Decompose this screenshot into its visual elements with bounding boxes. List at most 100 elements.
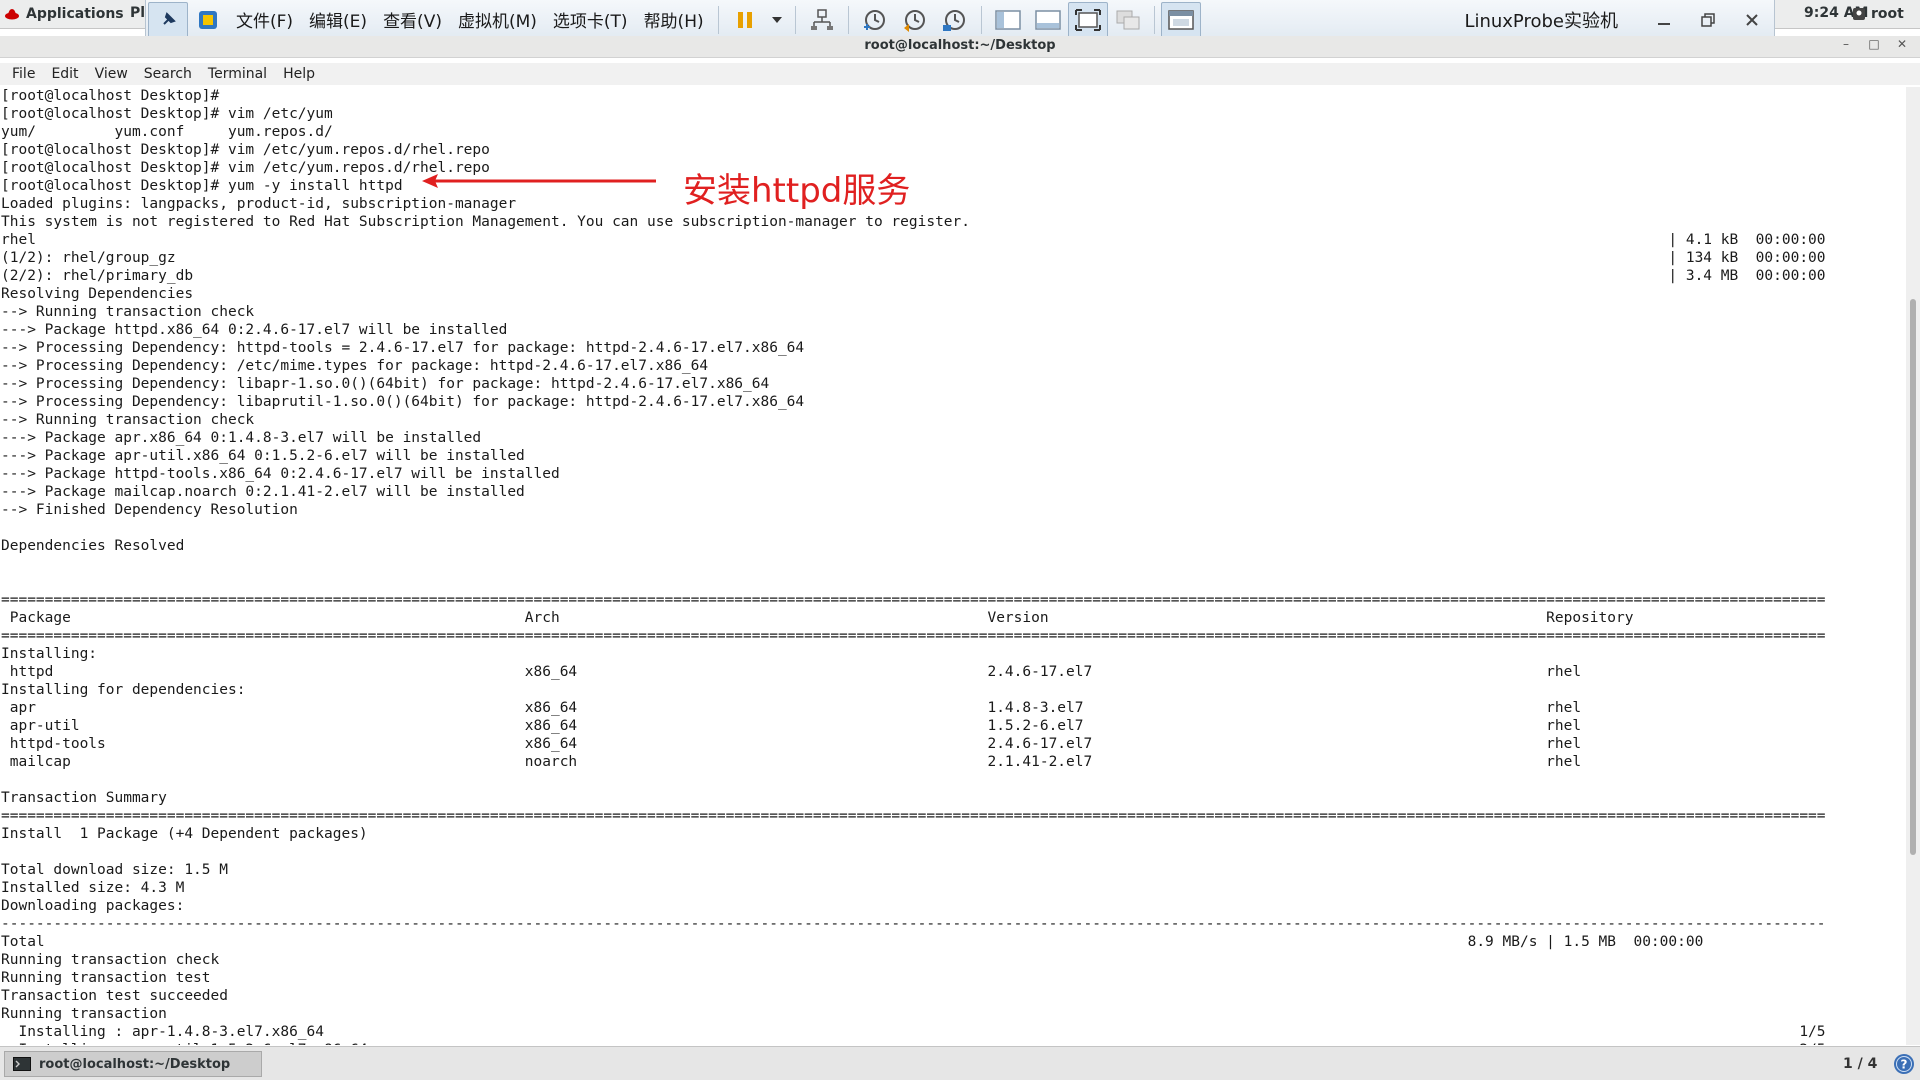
vm-app-button[interactable] [188, 2, 228, 38]
terminal-titlebar[interactable]: root@localhost:~/Desktop [0, 36, 1920, 58]
vm-title: LinuxProbe实验机 [1464, 10, 1618, 32]
menu-help[interactable]: Help [275, 66, 323, 82]
terminal-minimize-button[interactable]: – [1832, 34, 1860, 54]
minimize-icon [1658, 22, 1670, 25]
menu-file[interactable]: File [4, 66, 43, 82]
terminal-line: ----------------------------------------… [1, 916, 1826, 932]
terminal-line: [root@localhost Desktop]# vim /etc/yum.r… [1, 142, 490, 158]
menu-view[interactable]: View [87, 66, 136, 82]
vm-close-button[interactable] [1730, 2, 1774, 38]
menu-search[interactable]: Search [136, 66, 200, 82]
terminal-line: httpd-tools x86_64 2.4.6-17.el7 rhel 77 … [1, 736, 1906, 752]
terminal-line: This system is not registered to Red Hat… [1, 214, 971, 230]
snapshot-manager-icon [942, 9, 965, 31]
terminal-line: Transaction Summary [1, 790, 167, 806]
terminal-line: --> Running transaction check [1, 304, 255, 320]
help-icon[interactable]: ? [1893, 1053, 1915, 1075]
toolbar-separator [847, 5, 849, 34]
power-dropdown-button[interactable] [765, 2, 789, 38]
terminal-line: --> Finished Dependency Resolution [1, 502, 298, 518]
toolbar-separator [794, 5, 796, 34]
workspace-indicator[interactable]: 1 / 4 [1843, 1056, 1877, 1072]
svg-text:?: ? [1901, 1058, 1908, 1072]
vm-menu-view[interactable]: 查看(V) [375, 2, 450, 38]
terminal-menubar: File Edit View Search Terminal Help [0, 63, 1920, 85]
revert-snapshot-button[interactable] [895, 2, 935, 38]
places-menu[interactable]: Pl [130, 5, 145, 21]
console-view-button[interactable] [1160, 1, 1201, 38]
library-view-icon [994, 9, 1021, 30]
console-view-icon [1167, 9, 1194, 30]
vm-menu-tabs[interactable]: 选项卡(T) [545, 2, 636, 38]
terminal-text: [root@localhost Desktop]# [root@localhost… [1, 87, 1906, 1045]
terminal-line: Installing : apr-1.4.8-3.el7.x86_64 1/5 [1, 1024, 1826, 1040]
taskbar-item-terminal[interactable]: root@localhost:~/Desktop [4, 1051, 262, 1077]
terminal-line: [root@localhost Desktop]# vim /etc/yum.r… [1, 160, 490, 176]
vm-menu-help[interactable]: 帮助(H) [636, 2, 712, 38]
pin-toolbar-button[interactable] [148, 1, 188, 38]
unity-button[interactable] [1108, 2, 1148, 38]
user-menu[interactable]: root [1852, 4, 1904, 24]
terminal-line: ---> Package mailcap.noarch 0:2.1.41-2.e… [1, 484, 525, 500]
terminal-line: ========================================… [1, 592, 1826, 608]
terminal-line: [root@localhost Desktop]# vim /etc/yum [1, 106, 333, 122]
restore-icon [1701, 12, 1715, 27]
vm-menu-edit[interactable]: 编辑(E) [301, 2, 375, 38]
user-icon [1853, 8, 1865, 20]
terminal-line: apr x86_64 1.4.8-3.el7 rhel 103 k [1, 700, 1906, 716]
terminal-maximize-button[interactable]: □ [1860, 34, 1888, 54]
terminal-close-button[interactable]: ✕ [1888, 34, 1916, 54]
terminal-line: Running transaction [1, 1006, 167, 1022]
vm-minimize-button[interactable] [1642, 2, 1686, 38]
snapshot-manager-button[interactable] [935, 2, 975, 38]
full-screen-button[interactable] [1067, 1, 1108, 38]
chevron-down-icon [771, 16, 782, 23]
window-list-bar: root@localhost:~/Desktop 1 / 4 ? [0, 1046, 1920, 1080]
vm-menu-file[interactable]: 文件(F) [228, 2, 301, 38]
annotation-label: 安装httpd服务 [683, 171, 911, 211]
terminal-line: Installing: [1, 646, 98, 662]
terminal-line: ========================================… [1, 808, 1826, 824]
toolbar-separator [980, 5, 982, 34]
terminal-line: mailcap noarch 2.1.41-2.el7 rhel 31 k [1, 754, 1906, 770]
show-library-button[interactable] [988, 2, 1028, 38]
thumbnail-bar-button[interactable] [1028, 2, 1068, 38]
menu-terminal[interactable]: Terminal [200, 66, 275, 82]
vm-menu-vm[interactable]: 虚拟机(M) [450, 2, 545, 38]
terminal-line: httpd x86_64 2.4.6-17.el7 rhel 1.2 M [1, 664, 1906, 680]
applications-menu[interactable]: Applications [4, 4, 124, 24]
terminal-line: Total 8.9 MB/s | 1.5 MB 00:00:00 [1, 934, 1704, 950]
terminal-line: [root@localhost Desktop]# [1, 88, 220, 104]
terminal-line: Installing for dependencies: [1, 682, 246, 698]
terminal-line: Installed size: 4.3 M [1, 880, 185, 896]
taskbar-item-label: root@localhost:~/Desktop [39, 1056, 231, 1072]
applications-label: Applications [26, 6, 124, 22]
terminal-icon [13, 1057, 31, 1071]
vmware-icon [199, 10, 217, 29]
send-ctrl-alt-del-button[interactable] [802, 2, 842, 38]
close-icon [1746, 13, 1758, 26]
scrollbar-thumb[interactable] [1910, 299, 1916, 855]
terminal-line: Running transaction check [1, 952, 220, 968]
revert-snapshot-icon [903, 9, 925, 32]
terminal-line: (1/2): rhel/group_gz | 134 kB 00:00:00 [1, 250, 1826, 266]
vmware-toolbar: 文件(F) 编辑(E) 查看(V) 虚拟机(M) 选项卡(T) 帮助(H) Li… [145, 0, 1775, 40]
terminal-output[interactable]: [root@localhost Desktop]# [root@localhost… [0, 87, 1906, 1045]
pause-button[interactable] [725, 2, 765, 38]
terminal-line: Loaded plugins: langpacks, product-id, s… [1, 196, 517, 212]
menu-edit[interactable]: Edit [43, 66, 86, 82]
network-icon [810, 8, 833, 30]
terminal-line: Transaction test succeeded [1, 988, 228, 1004]
terminal-line: yum/ yum.conf yum.repos.d/ [1, 124, 333, 140]
terminal-window-controls: – □ ✕ [1832, 34, 1916, 54]
terminal-scrollbar[interactable] [1906, 87, 1920, 1045]
terminal-line: apr-util x86_64 1.5.2-6.el7 rhel 92 k [1, 718, 1906, 734]
toolbar-separator [1153, 5, 1155, 34]
vm-restore-button[interactable] [1686, 2, 1730, 38]
snapshot-button[interactable] [855, 2, 895, 38]
terminal-line: ---> Package apr.x86_64 0:1.4.8-3.el7 wi… [1, 430, 482, 446]
terminal-line: Dependencies Resolved [1, 538, 185, 554]
